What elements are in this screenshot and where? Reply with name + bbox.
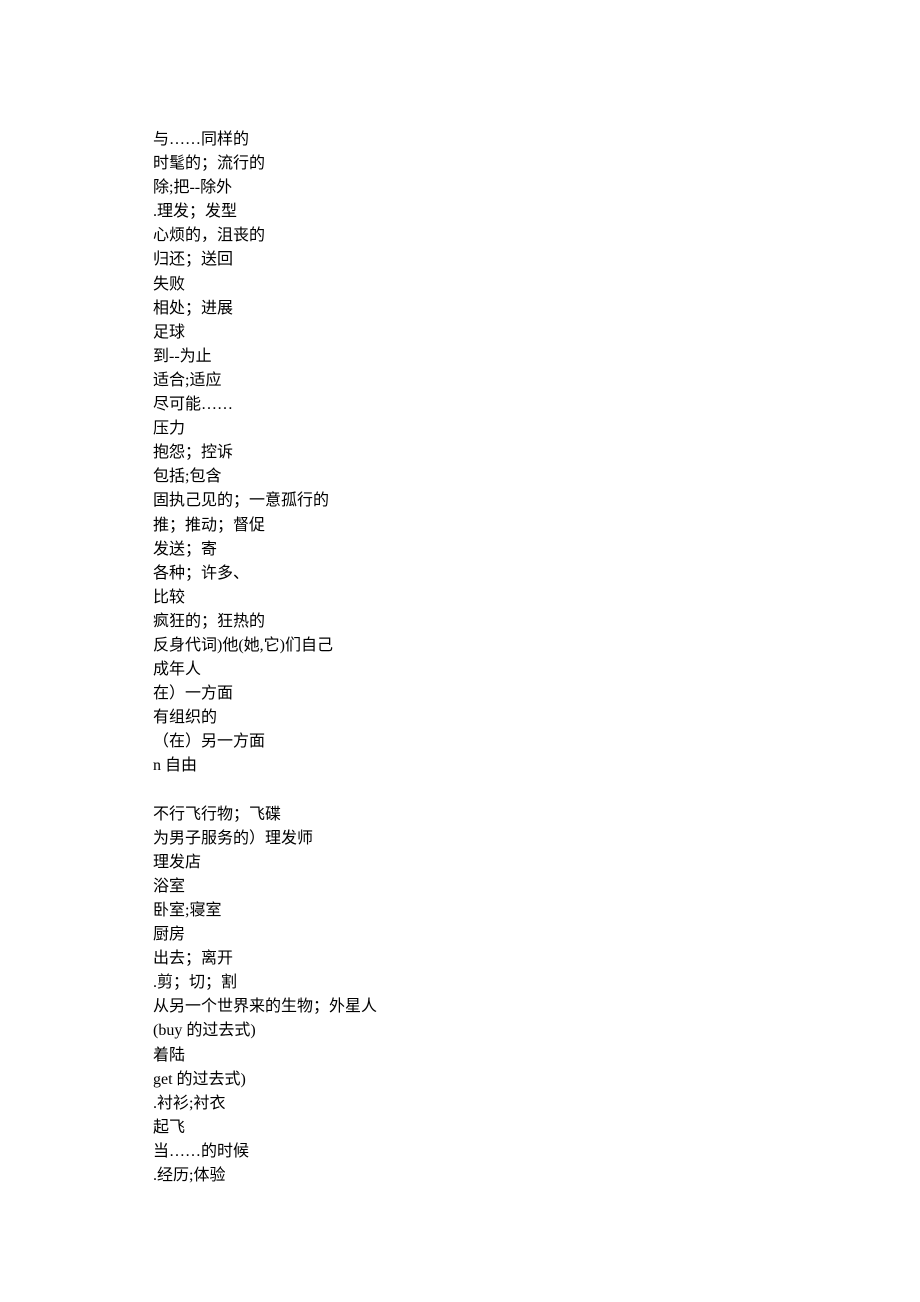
text-line: 包括;包含 [153,465,773,489]
text-line: 到--为止 [153,345,773,369]
text-line: 与……同样的 [153,128,773,152]
text-line: 理发店 [153,851,773,875]
text-line: 卧室;寝室 [153,899,773,923]
text-line: 心烦的，沮丧的 [153,224,773,248]
text-line: 固执己见的；一意孤行的 [153,489,773,513]
text-line: 出去；离开 [153,947,773,971]
text-line: 疯狂的；狂热的 [153,610,773,634]
text-line: 着陆 [153,1044,773,1068]
text-line: 除;把--除外 [153,176,773,200]
text-line: 压力 [153,417,773,441]
document-page: 与……同样的时髦的；流行的除;把--除外.理发；发型心烦的，沮丧的归还；送回失败… [0,0,773,1188]
text-line: 各种；许多、 [153,562,773,586]
text-line: .理发；发型 [153,200,773,224]
text-line: 比较 [153,586,773,610]
text-line: 尽可能…… [153,393,773,417]
text-line: 足球 [153,321,773,345]
text-line: 当……的时候 [153,1140,773,1164]
text-line: 发送；寄 [153,538,773,562]
text-line: 从另一个世界来的生物；外星人 [153,995,773,1019]
text-line: 相处；进展 [153,297,773,321]
text-line: 成年人 [153,658,773,682]
text-line: 浴室 [153,875,773,899]
text-line: get 的过去式) [153,1068,773,1092]
text-line: （在）另一方面 [153,730,773,754]
text-line: 推；推动；督促 [153,514,773,538]
text-line: 适合;适应 [153,369,773,393]
text-content: 与……同样的时髦的；流行的除;把--除外.理发；发型心烦的，沮丧的归还；送回失败… [153,128,773,1188]
text-line: 不行飞行物；飞碟 [153,803,773,827]
text-line: .经历;体验 [153,1164,773,1188]
blank-line [153,779,773,803]
text-line: .衬衫;衬衣 [153,1092,773,1116]
text-line: 为男子服务的）理发师 [153,827,773,851]
text-line: .剪；切；割 [153,971,773,995]
text-line: 反身代词)他(她,它)们自己 [153,634,773,658]
text-line: (buy 的过去式) [153,1019,773,1043]
text-line: 失败 [153,273,773,297]
text-line: 厨房 [153,923,773,947]
text-line: 有组织的 [153,706,773,730]
text-line: 时髦的；流行的 [153,152,773,176]
text-line: 归还；送回 [153,248,773,272]
text-line: 在）一方面 [153,682,773,706]
text-line: 抱怨；控诉 [153,441,773,465]
text-line: n 自由 [153,754,773,778]
text-line: 起飞 [153,1116,773,1140]
